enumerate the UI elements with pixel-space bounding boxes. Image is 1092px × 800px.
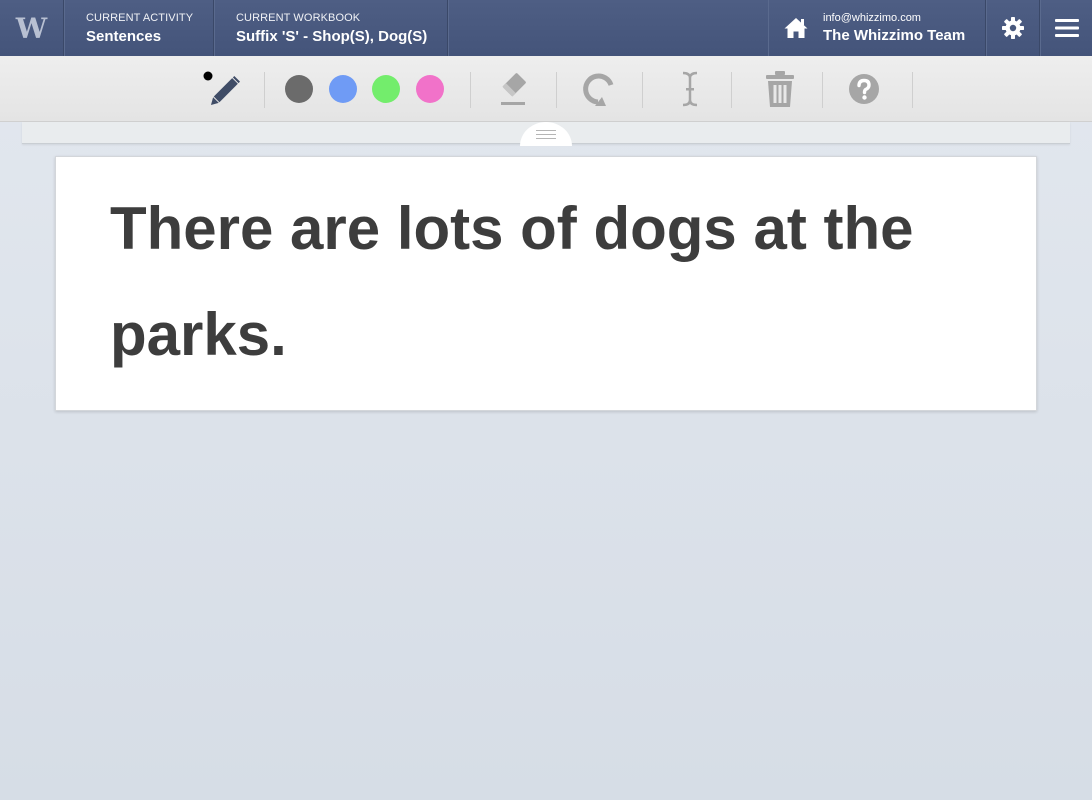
eraser-icon: [501, 73, 526, 105]
toolbar-separator: [264, 72, 265, 108]
toolbar-separator: [556, 72, 557, 108]
panel-drag-handle[interactable]: [520, 122, 572, 146]
sentence-card[interactable]: There are lots of dogs at the parks.: [55, 156, 1037, 411]
eraser-tool-button[interactable]: [490, 56, 534, 122]
color-swatch-gray[interactable]: [284, 56, 314, 122]
gear-icon: [1002, 17, 1024, 39]
clear-all-button[interactable]: [758, 56, 802, 122]
toolbar-separator: [470, 72, 471, 108]
handle-line: [536, 137, 556, 139]
current-activity-label: CURRENT ACTIVITY: [86, 12, 194, 24]
sentence-text: There are lots of dogs at the parks.: [110, 195, 914, 368]
user-team-name: The Whizzimo Team: [823, 27, 966, 44]
hamburger-menu-icon: [1054, 19, 1079, 37]
color-swatch-blue[interactable]: [328, 56, 358, 122]
trash-icon: [766, 71, 794, 107]
active-tool-dot: [203, 71, 213, 81]
color-swatch-green[interactable]: [371, 56, 401, 122]
home-icon[interactable]: [783, 15, 809, 41]
drawing-toolbar: [0, 56, 1092, 122]
pencil-tool-button[interactable]: [196, 56, 246, 122]
undo-button[interactable]: [576, 56, 622, 122]
undo-icon: [583, 73, 614, 106]
current-activity[interactable]: CURRENT ACTIVITY Sentences: [64, 0, 214, 56]
toolbar-separator: [912, 72, 913, 108]
logo-letter: W: [15, 11, 48, 45]
text-tool-button[interactable]: [670, 56, 710, 122]
handle-line: [536, 133, 556, 135]
toolbar-separator: [822, 72, 823, 108]
text-cursor-icon: [682, 71, 698, 107]
help-button[interactable]: [844, 56, 884, 122]
toolbar-separator: [731, 72, 732, 108]
user-info: info@whizzimo.com The Whizzimo Team: [823, 12, 965, 44]
settings-button[interactable]: [986, 0, 1040, 56]
color-swatch-pink[interactable]: [415, 56, 445, 122]
user-account[interactable]: info@whizzimo.com The Whizzimo Team: [768, 0, 986, 56]
main-menu-button[interactable]: [1040, 0, 1092, 56]
toolbar-separator: [642, 72, 643, 108]
color-swatch-pink-dot: [416, 75, 444, 103]
current-workbook[interactable]: CURRENT WORKBOOK Suffix 'S' - Shop(S), D…: [214, 0, 448, 56]
color-swatch-blue-dot: [329, 75, 357, 103]
handle-line: [536, 129, 556, 131]
color-swatch-green-dot: [372, 75, 400, 103]
top-header: W CURRENT ACTIVITY Sentences CURRENT WOR…: [0, 0, 1092, 56]
header-spacer: [448, 0, 768, 56]
pencil-icon: [203, 71, 240, 106]
current-workbook-label: CURRENT WORKBOOK: [236, 12, 361, 24]
help-icon: [849, 74, 879, 104]
current-activity-value: Sentences: [86, 28, 162, 45]
app-logo[interactable]: W: [0, 0, 64, 56]
color-swatch-gray-dot: [285, 75, 313, 103]
current-workbook-value: Suffix 'S' - Shop(S), Dog(S): [236, 28, 428, 45]
collapsible-panel: [22, 122, 1070, 146]
user-email: info@whizzimo.com: [823, 12, 921, 24]
